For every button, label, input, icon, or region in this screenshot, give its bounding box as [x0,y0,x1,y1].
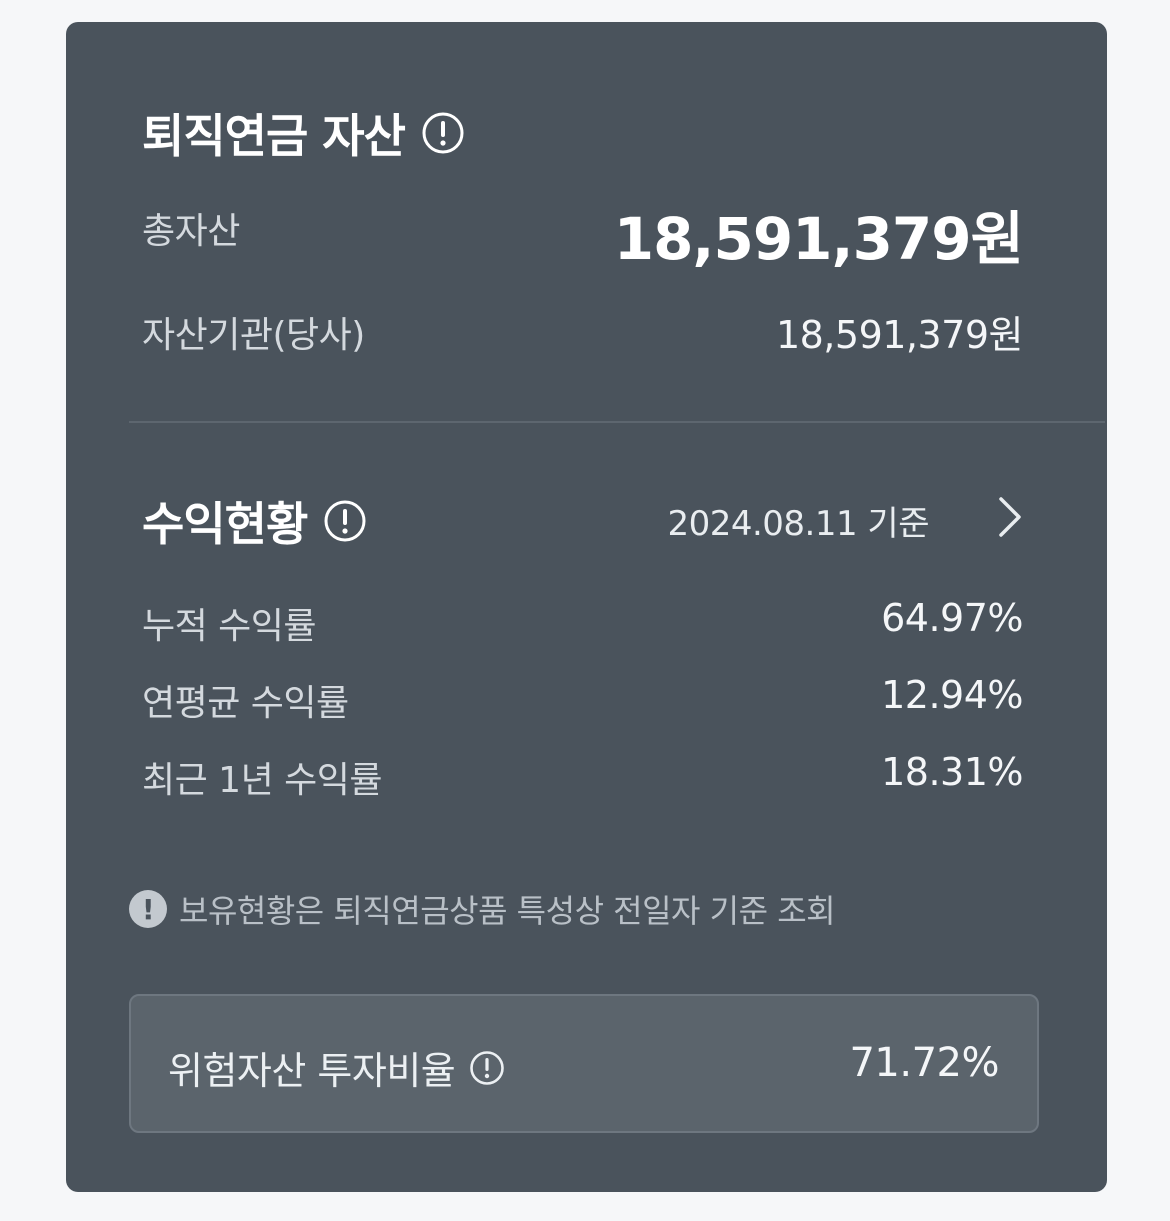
total-assets-label: 총자산 [142,211,240,252]
pension-assets-title: 퇴직연금 자산 [142,100,465,166]
cumulative-return-value: 64.97% [881,596,1023,640]
info-circle-icon[interactable] [421,111,465,155]
returns-date: 2024.08.11 기준 [667,504,929,544]
risk-asset-ratio-box: 위험자산 투자비율 71.72% [129,994,1039,1133]
section-divider [129,421,1105,423]
holdings-notice-text: 보유현황은 퇴직연금상품 특성상 전일자 기준 조회 [179,892,836,930]
annual-avg-return-value: 12.94% [881,673,1023,717]
pension-assets-title-text: 퇴직연금 자산 [142,109,406,163]
returns-title: 수익현황 [142,488,367,554]
risk-asset-ratio-label: 위험자산 투자비율 [168,1040,505,1095]
pension-asset-card: 퇴직연금 자산 총자산 18,591,379원 자산기관(당사) 18,591,… [66,22,1107,1192]
cumulative-return-label: 누적 수익률 [142,606,317,647]
recent-year-return-value: 18.31% [881,750,1023,794]
chevron-right-icon[interactable] [989,492,1029,542]
institution-assets-label: 자산기관(당사) [142,315,365,356]
returns-title-text: 수익현황 [142,497,308,551]
info-circle-icon[interactable] [469,1050,505,1086]
institution-assets-value: 18,591,379원 [775,313,1024,357]
total-assets-value: 18,591,379원 [613,205,1024,273]
holdings-notice: ! 보유현황은 퇴직연금상품 특성상 전일자 기준 조회 [129,886,836,932]
info-circle-icon[interactable] [323,499,367,543]
annual-avg-return-label: 연평균 수익률 [142,683,349,724]
risk-asset-ratio-value: 71.72% [849,1040,999,1086]
risk-asset-ratio-label-text: 위험자산 투자비율 [168,1049,456,1093]
exclamation-icon: ! [129,890,167,928]
recent-year-return-label: 최근 1년 수익률 [142,760,383,801]
